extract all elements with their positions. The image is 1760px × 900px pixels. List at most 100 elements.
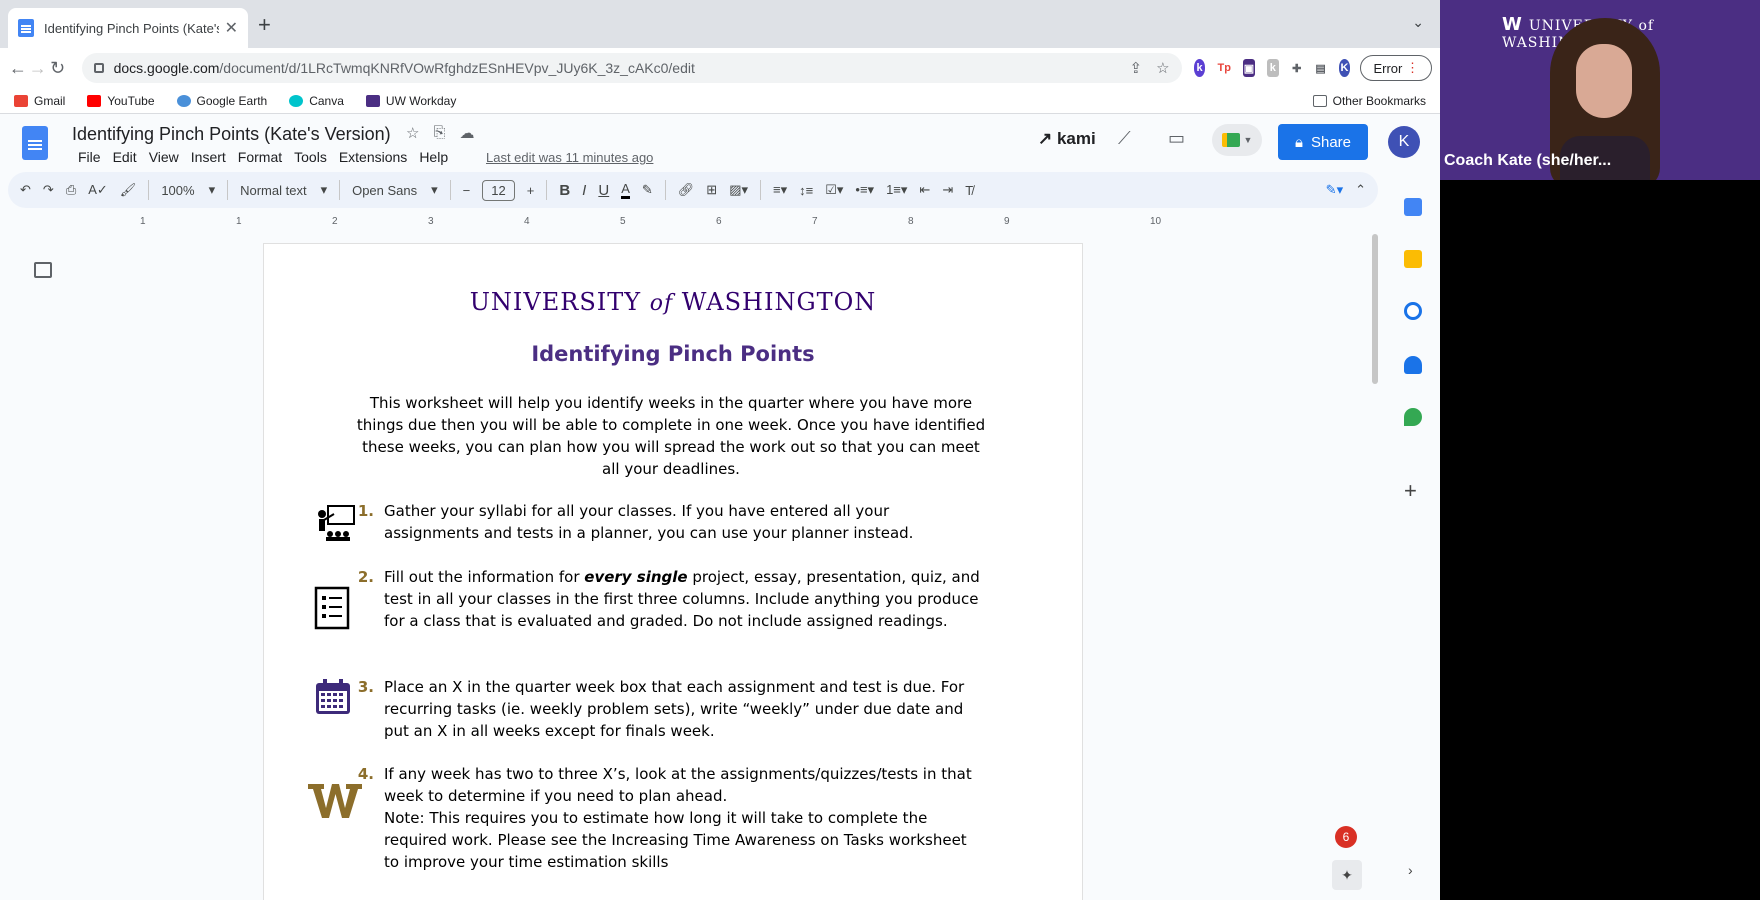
- reload-icon[interactable]: ↻: [48, 58, 68, 79]
- extension-icon[interactable]: ▣: [1242, 59, 1255, 77]
- checklist-document-icon: [314, 586, 350, 630]
- address-bar[interactable]: docs.google.com/document/d/1LRcTwmqKNRfV…: [81, 53, 1182, 83]
- add-comment-icon[interactable]: ⊞: [706, 182, 717, 198]
- activity-trend-icon[interactable]: ⟋: [1118, 128, 1131, 149]
- meet-button[interactable]: ▼: [1212, 124, 1262, 156]
- font-select[interactable]: Open Sans ▾: [352, 182, 438, 198]
- back-icon[interactable]: ←: [8, 58, 28, 79]
- add-addon-icon[interactable]: +: [1404, 478, 1417, 504]
- notification-badge[interactable]: 6: [1335, 826, 1357, 848]
- increase-font-size-icon[interactable]: +: [527, 183, 535, 198]
- calendar-icon: [316, 679, 350, 714]
- bookmark-canva[interactable]: Canva: [289, 94, 344, 108]
- menu-file[interactable]: File: [72, 149, 107, 165]
- line-spacing-icon[interactable]: ↕≡: [799, 183, 813, 198]
- paint-format-icon[interactable]: 🖌︎: [120, 182, 137, 198]
- chevron-right-icon[interactable]: ›: [1408, 862, 1413, 878]
- share-label: Share: [1310, 133, 1351, 151]
- extensions-puzzle-icon[interactable]: ✚: [1290, 59, 1303, 77]
- side-panel-icon[interactable]: ▤: [1314, 59, 1327, 77]
- close-tab-icon[interactable]: ✕: [225, 18, 238, 38]
- extension-grey-icon[interactable]: k: [1266, 59, 1279, 77]
- tab-search-icon[interactable]: ⌄: [1412, 14, 1424, 31]
- kami-button[interactable]: ↗ kami: [1038, 129, 1096, 149]
- increase-indent-icon[interactable]: ⇥: [942, 182, 953, 198]
- tab-strip: Identifying Pinch Points (Kate's ✕ + ⌄: [0, 0, 1440, 48]
- tasks-app-icon[interactable]: [1404, 302, 1422, 320]
- clear-formatting-icon[interactable]: T̸: [965, 183, 973, 198]
- google-docs-logo-icon[interactable]: [22, 126, 48, 160]
- collapse-menus-icon[interactable]: ⌃: [1355, 182, 1366, 198]
- redo-icon[interactable]: ↷: [43, 182, 54, 198]
- text-color-icon[interactable]: A: [621, 181, 630, 199]
- zoom-select[interactable]: 100% ▾: [161, 182, 215, 198]
- menu-edit[interactable]: Edit: [107, 149, 143, 165]
- move-folder-icon[interactable]: ⎘: [433, 124, 445, 142]
- contacts-app-icon[interactable]: [1404, 356, 1422, 374]
- error-button[interactable]: Error ⋮: [1360, 55, 1432, 81]
- style-select[interactable]: Normal text ▾: [240, 182, 327, 198]
- new-tab-button[interactable]: +: [258, 12, 271, 38]
- numbered-list-icon[interactable]: 1≡▾: [886, 182, 907, 198]
- last-edit-link[interactable]: Last edit was 11 minutes ago: [486, 150, 653, 165]
- horizontal-ruler[interactable]: 1 1 2 3 4 5 6 7 8 9 10: [140, 216, 1200, 228]
- ruler-tick: 10: [1150, 216, 1162, 227]
- bookmark-google-earth[interactable]: Google Earth: [176, 94, 267, 108]
- menu-extensions[interactable]: Extensions: [333, 149, 413, 165]
- decrease-font-size-icon[interactable]: −: [463, 183, 471, 198]
- font-value: Open Sans: [352, 182, 418, 198]
- bookmark-gmail[interactable]: Gmail: [14, 94, 65, 108]
- italic-icon[interactable]: I: [582, 182, 586, 199]
- document-outline-icon[interactable]: [34, 262, 52, 278]
- kami-extension-icon[interactable]: k: [1193, 59, 1206, 77]
- maps-app-icon[interactable]: [1404, 408, 1422, 426]
- star-icon[interactable]: ☆: [406, 124, 419, 142]
- undo-icon[interactable]: ↶: [20, 182, 31, 198]
- underline-icon[interactable]: U: [598, 182, 609, 199]
- calendar-app-icon[interactable]: [1404, 198, 1422, 216]
- document-page[interactable]: UNIVERSITY of WASHINGTON Identifying Pin…: [264, 244, 1082, 900]
- font-size-input[interactable]: 12: [482, 179, 515, 201]
- menu-insert[interactable]: Insert: [185, 149, 232, 165]
- menu-bar: File Edit View Insert Format Tools Exten…: [72, 149, 454, 165]
- uw-w-letter: W: [1502, 14, 1523, 35]
- cloud-saved-icon[interactable]: ☁: [459, 124, 474, 142]
- highlight-icon[interactable]: ✎: [642, 182, 653, 198]
- print-icon[interactable]: ⎙: [66, 182, 76, 198]
- meet-icon: [1221, 133, 1240, 147]
- bold-icon[interactable]: B: [559, 182, 570, 199]
- bookmark-label: Gmail: [34, 93, 66, 108]
- other-bookmarks[interactable]: Other Bookmarks: [1312, 94, 1426, 108]
- browser-tab[interactable]: Identifying Pinch Points (Kate's ✕: [8, 8, 248, 48]
- editing-mode-icon[interactable]: ✎▾: [1326, 182, 1343, 198]
- bookmark-youtube[interactable]: YouTube: [87, 94, 155, 108]
- menu-format[interactable]: Format: [232, 149, 288, 165]
- bookmark-uw-workday[interactable]: UW Workday: [365, 94, 456, 108]
- divider: [546, 180, 548, 200]
- menu-help[interactable]: Help: [413, 149, 454, 165]
- bookmark-star-icon[interactable]: ☆: [1156, 59, 1169, 77]
- list-number: 4.: [357, 765, 374, 783]
- share-page-icon[interactable]: ⇪: [1130, 59, 1143, 77]
- spellcheck-icon[interactable]: A✓: [88, 182, 108, 198]
- link-icon[interactable]: 🔗︎: [678, 182, 695, 198]
- align-icon[interactable]: ≡▾: [773, 182, 787, 198]
- bulleted-list-icon[interactable]: •≡▾: [855, 182, 874, 198]
- explore-icon[interactable]: ✦: [1332, 860, 1362, 890]
- keep-app-icon[interactable]: [1404, 250, 1422, 268]
- account-avatar[interactable]: K: [1388, 126, 1420, 158]
- list-item-emphasis: every single: [584, 568, 688, 586]
- insert-image-icon[interactable]: ▨▾: [729, 182, 748, 198]
- comments-icon[interactable]: ▭: [1168, 128, 1185, 149]
- menu-tools[interactable]: Tools: [288, 149, 333, 165]
- bookmarks-bar: Gmail YouTube Google Earth Canva UW Work…: [0, 88, 1440, 114]
- menu-view[interactable]: View: [143, 149, 185, 165]
- forward-icon[interactable]: →: [28, 58, 48, 79]
- tp-extension-icon[interactable]: Tp: [1217, 59, 1231, 77]
- decrease-indent-icon[interactable]: ⇤: [919, 182, 930, 198]
- document-title[interactable]: Identifying Pinch Points (Kate's Version…: [72, 124, 391, 145]
- checklist-icon[interactable]: ☑▾: [825, 182, 843, 198]
- profile-avatar[interactable]: K: [1338, 59, 1351, 77]
- document-scrollbar[interactable]: [1372, 234, 1378, 384]
- share-button[interactable]: 🔒︎ Share: [1278, 124, 1368, 160]
